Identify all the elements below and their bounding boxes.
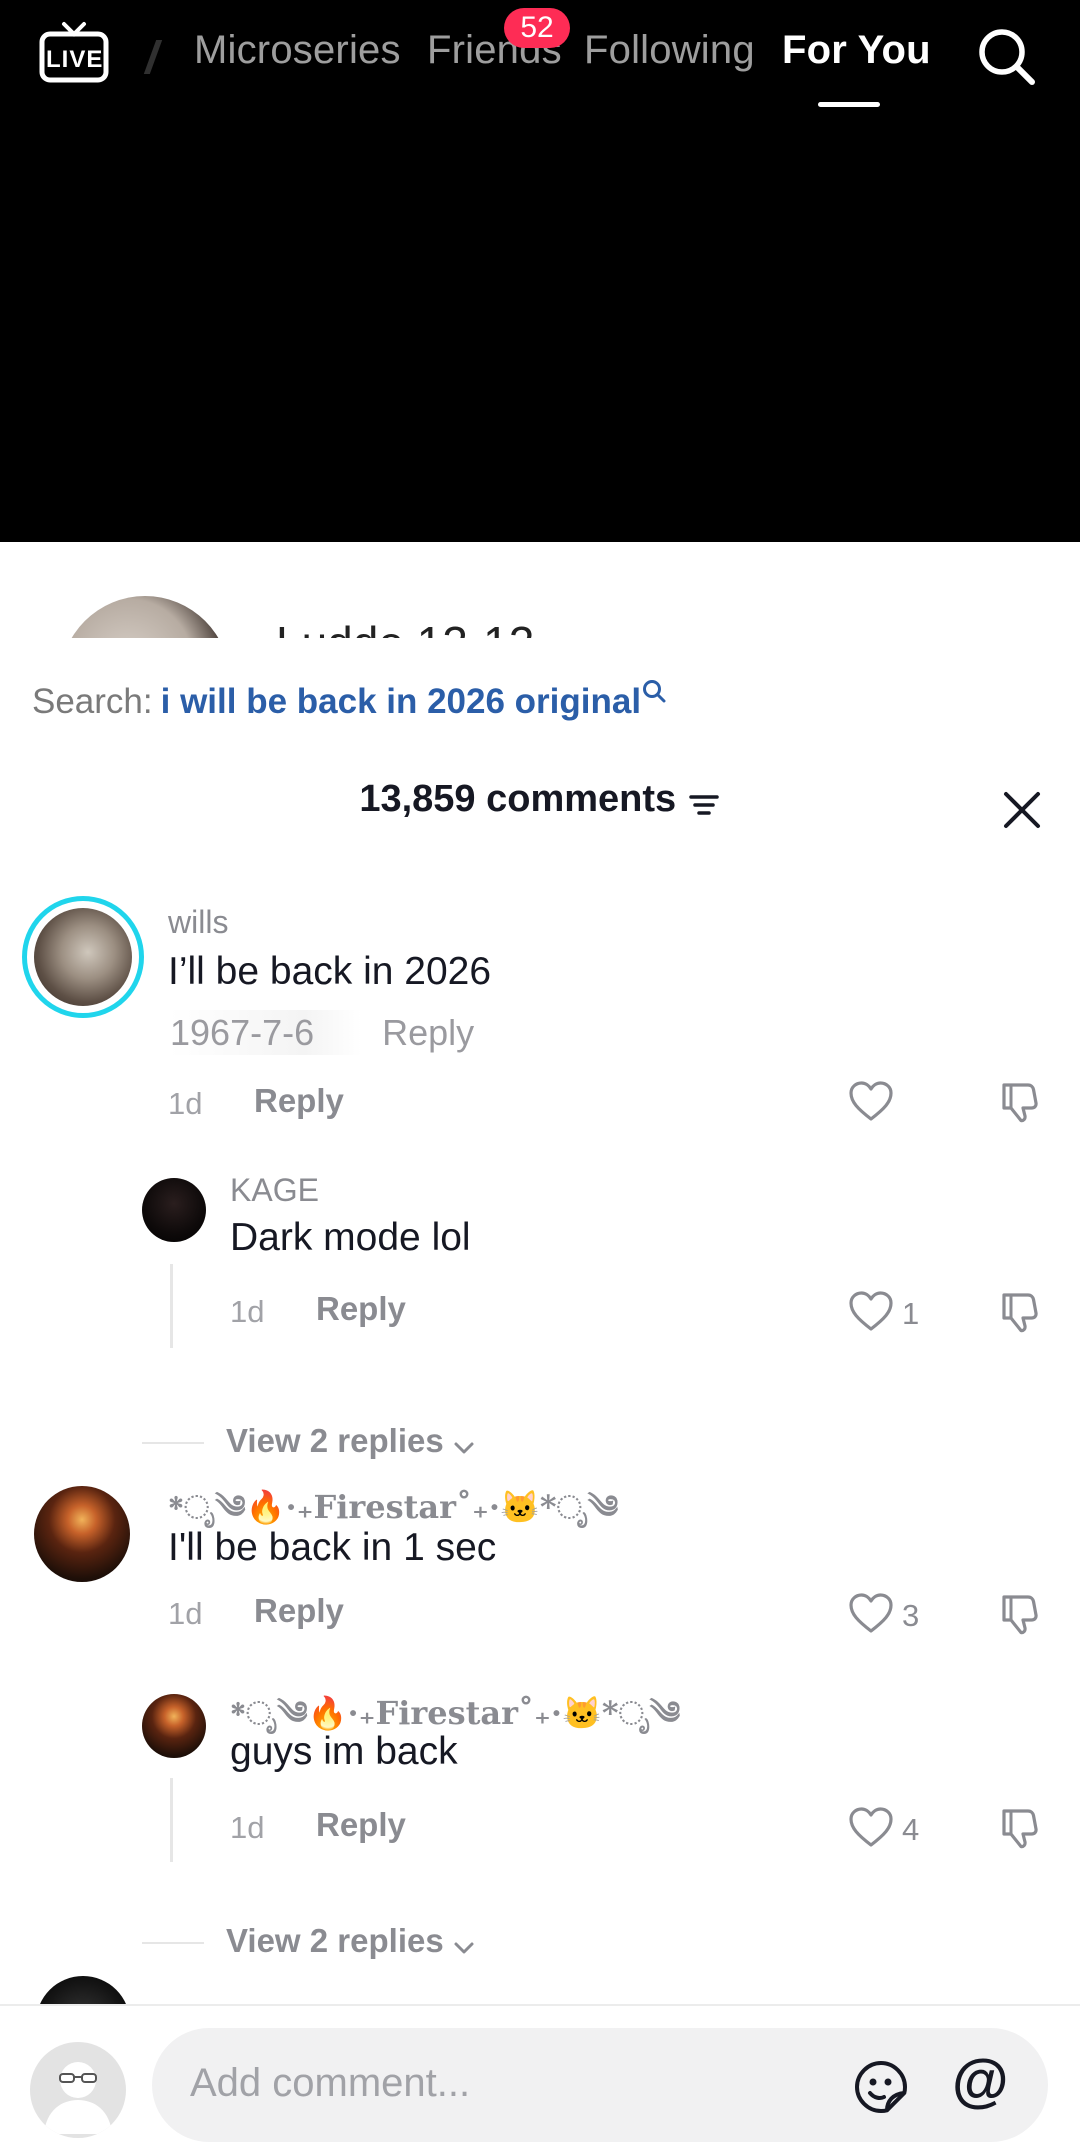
tab-microseries[interactable]: Microseries [194,28,401,73]
view-replies-line [142,1942,204,1944]
comment-item: wills I’ll be back in 2026 1967-7-6 Reply… [0,892,1080,1459]
quoted-reply-row: 1967-7-6 Reply [170,1010,475,1055]
search-suggestion-icon [643,680,666,703]
comment-time: 1d [168,1596,203,1631]
dislike-icon[interactable] [998,1288,1044,1334]
comment-text: I'll be back in 1 sec [168,1526,497,1569]
view-replies-button[interactable]: View 2 replies [226,1422,476,1460]
comments-count: 13,859 comments [359,778,677,820]
add-comment-input[interactable]: Add comment... @ [152,2028,1048,2142]
thread-line [170,1264,173,1348]
tab-following[interactable]: Following [584,28,755,73]
video-author-peek: Ludde 12-12 [0,542,1080,638]
reply-text: Dark mode lol [230,1216,471,1259]
tab-for-you[interactable]: For You [782,28,931,73]
add-comment-placeholder: Add comment... [190,2061,471,2105]
search-suggestion-label: Search: [32,682,153,721]
like-count: 3 [902,1598,920,1633]
view-replies-line [142,1442,204,1444]
emoji-icon[interactable] [852,2058,910,2116]
reply-button[interactable]: Reply [316,1290,406,1328]
heart-icon[interactable] [848,1806,894,1848]
live-label: LIVE [46,46,104,73]
reply-time: 1d [230,1294,265,1329]
avatar-story-ring[interactable] [22,896,144,1018]
quoted-reply-label: Reply [382,1012,475,1053]
reply-text: guys im back [230,1730,458,1773]
view-replies-button[interactable]: View 2 replies [226,1922,476,1960]
reply-button[interactable]: Reply [254,1592,344,1630]
comment-time: 1d [168,1086,203,1121]
search-suggestion-term[interactable]: i will be back in 2026 original [161,682,641,721]
default-avatar-icon [44,2062,112,2134]
view-replies-label: View 2 replies [226,1422,444,1459]
active-tab-indicator [818,102,880,107]
dislike-icon[interactable] [998,1078,1044,1124]
current-user-avatar[interactable] [30,2042,126,2138]
top-nav: LIVE Microseries Friends 52 Following Fo… [0,0,1080,120]
dislike-icon[interactable] [998,1804,1044,1850]
search-icon [979,29,1035,85]
mention-button[interactable]: @ [952,2052,1009,2110]
live-button[interactable]: LIVE [38,20,110,86]
reply-avatar[interactable] [142,1694,206,1758]
avatar [34,908,132,1006]
chevron-down-icon [454,1442,474,1454]
reply-item: *ೃ༄🔥·₊𝐅𝐢𝐫𝐞𝐬𝐭𝐚𝐫˚₊·🐱*ೃ༄ guys im back 1d Re… [0,1678,1080,1878]
search-button[interactable] [976,26,1038,88]
comment-text: I’ll be back in 2026 [168,950,492,993]
chevron-down-icon [454,1942,474,1954]
author-name: Ludde 12-12 [276,616,534,638]
video-area[interactable]: LIVE Microseries Friends 52 Following Fo… [0,0,1080,542]
reply-username[interactable]: KAGE [230,1172,319,1209]
comments-header: 13,859 comments [0,778,1080,838]
nav-separator [143,40,163,74]
comment-composer: Add comment... @ [0,2004,1080,2144]
like-count: 1 [902,1296,920,1331]
thread-line [170,1778,173,1862]
reply-avatar[interactable] [142,1178,206,1242]
heart-icon[interactable] [848,1290,894,1332]
comment-item: *ೃ༄🔥·₊𝐅𝐢𝐫𝐞𝐬𝐭𝐚𝐫˚₊·🐱*ೃ༄ I'll be back in 1 … [0,1472,1080,2032]
close-icon[interactable] [1000,788,1044,832]
comments-sheet: Ludde 12-12 Search:i will be back in 202… [0,542,1080,2144]
like-count: 4 [902,1812,920,1847]
reply-item: KAGE Dark mode lol 1d Reply 1 [0,1172,1080,1372]
reply-button[interactable]: Reply [316,1806,406,1844]
heart-icon[interactable] [848,1592,894,1634]
view-replies-label: View 2 replies [226,1922,444,1959]
quoted-date: 1967-7-6 [170,1010,363,1055]
heart-icon[interactable] [848,1080,894,1122]
friends-badge: 52 [504,8,570,48]
comment-username[interactable]: wills [168,904,228,941]
reply-button[interactable]: Reply [254,1082,344,1120]
author-avatar [60,596,230,638]
dislike-icon[interactable] [998,1590,1044,1636]
reply-time: 1d [230,1810,265,1845]
filter-icon[interactable] [687,789,721,819]
search-suggestion[interactable]: Search: i will be back in 2026 original [32,680,666,722]
avatar[interactable] [34,1486,130,1582]
